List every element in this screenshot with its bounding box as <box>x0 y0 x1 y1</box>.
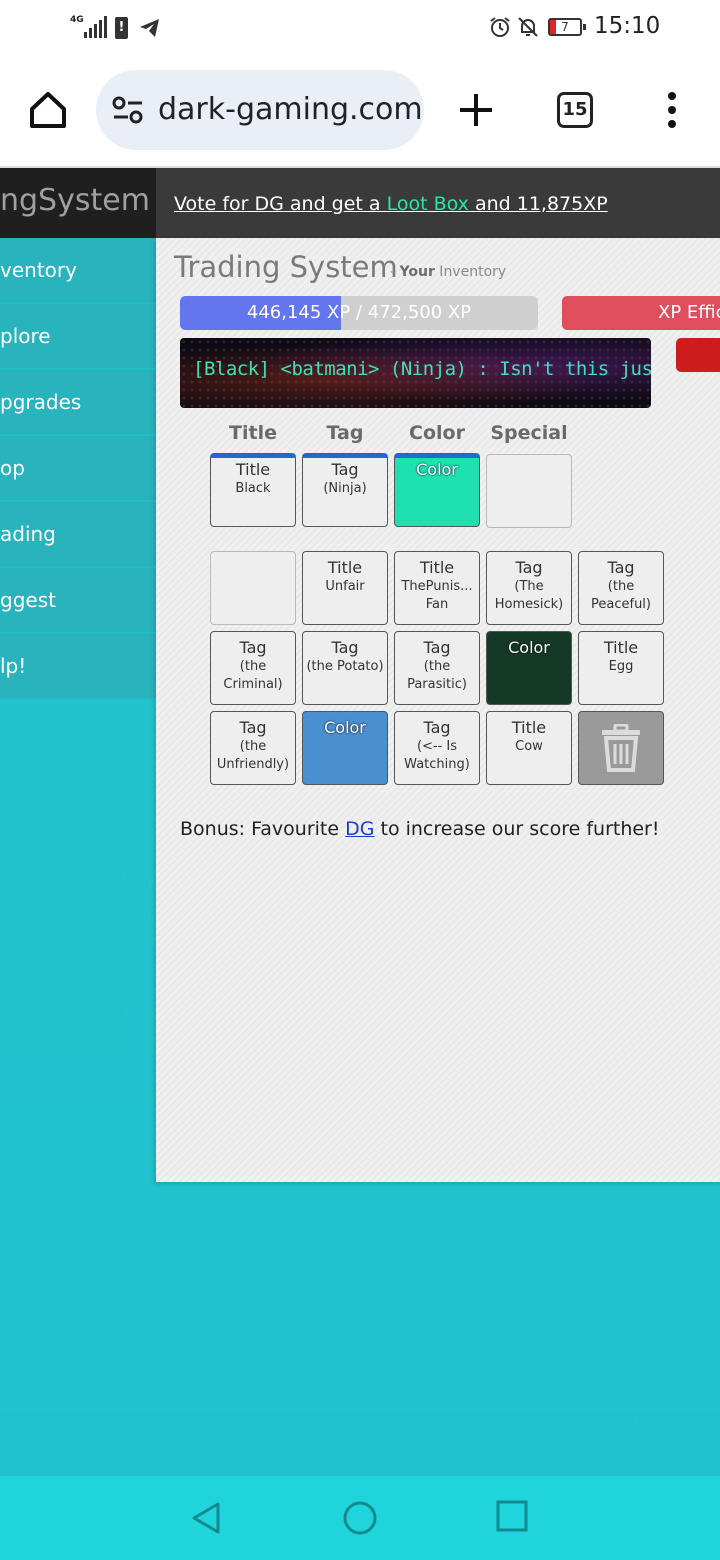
address-bar[interactable]: dark-gaming.com <box>96 70 424 150</box>
equipped-special-slot[interactable] <box>486 454 572 528</box>
system-nav-bar <box>0 1476 720 1560</box>
url-text[interactable]: dark-gaming.com <box>158 92 423 127</box>
inventory-slot[interactable]: Tag (The Homesick) <box>486 551 572 625</box>
inventory-slot[interactable]: Tag (the Potato) <box>302 631 388 705</box>
inventory-slot[interactable]: Title ThePunis... Fan <box>394 551 480 625</box>
tab-switcher-button[interactable]: 15 <box>557 92 593 128</box>
chat-preview: [Black] <batmani> (Ninja) : Isn't this j… <box>180 338 651 408</box>
page-viewport: ngSystem Vote for DG and get a Loot Box … <box>0 168 720 1476</box>
site-header: ngSystem Vote for DG and get a Loot Box … <box>0 168 720 238</box>
inventory-slot[interactable]: Tag (the Unfriendly) <box>210 711 296 785</box>
dg-favourite-link[interactable]: DG <box>345 818 374 840</box>
sidebar-item-trading[interactable]: ading <box>0 502 156 568</box>
page-title: Trading System <box>174 250 398 284</box>
battery-icon: 7 <box>548 18 586 36</box>
sidebar-item-inventory[interactable]: ventory <box>0 238 156 304</box>
inventory-slot[interactable]: Tag (the Peaceful) <box>578 551 664 625</box>
inventory-slot[interactable]: Title Egg <box>578 631 664 705</box>
loot-box-link[interactable]: Loot Box <box>387 193 469 215</box>
inventory-slot[interactable]: Tag (the Criminal) <box>210 631 296 705</box>
red-chip[interactable] <box>676 338 720 372</box>
inventory-slot[interactable]: Title Cow <box>486 711 572 785</box>
inventory-slot[interactable]: Tag (the Parasitic) <box>394 631 480 705</box>
back-icon[interactable] <box>188 1500 224 1536</box>
equipped-tag-slot[interactable]: Tag (Ninja) <box>302 453 388 527</box>
sidebar: ventory plore pgrades op ading ggest lp! <box>0 238 156 700</box>
header-tag: Tag <box>326 422 364 444</box>
header-title: Title <box>229 422 277 444</box>
vote-link[interactable]: Vote for DG and get a Loot Box and 11,87… <box>174 193 608 215</box>
sidebar-item-suggest[interactable]: ggest <box>0 568 156 634</box>
inventory-color-slot[interactable]: Color <box>302 711 388 785</box>
inventory-slot[interactable]: Title Unfair <box>302 551 388 625</box>
content-panel: Trading System - Your Inventory 446,145 … <box>156 238 720 1182</box>
home-circle-icon[interactable] <box>342 1500 378 1536</box>
new-tab-icon[interactable] <box>456 90 496 130</box>
header-color: Color <box>409 422 465 444</box>
alarm-icon <box>490 17 510 37</box>
chat-preview-text: [Black] <batmani> (Ninja) : Isn't this j… <box>193 358 651 380</box>
home-icon[interactable] <box>26 88 70 132</box>
equipped-title-slot[interactable]: Title Black <box>210 453 296 527</box>
xp-progress-text: 446,145 XP / 472,500 XP <box>246 302 472 323</box>
inventory-color-slot[interactable]: Color <box>486 631 572 705</box>
equipped-color-slot[interactable]: Color <box>394 453 480 527</box>
browser-toolbar: dark-gaming.com 15 <box>0 56 720 168</box>
status-bar: 4G ! 7 15:10 <box>0 0 720 56</box>
sidebar-item-upgrades[interactable]: pgrades <box>0 370 156 436</box>
xp-efficiency-button[interactable]: XP Effic <box>562 296 720 330</box>
sidebar-item-shop[interactable]: op <box>0 436 156 502</box>
status-time: 15:10 <box>594 13 661 39</box>
telegram-icon <box>140 19 159 37</box>
signal-icon: 4G <box>70 16 107 38</box>
recents-icon[interactable] <box>496 1500 528 1532</box>
inventory-slot[interactable]: Tag (<-- Is Watching) <box>394 711 480 785</box>
battery-level: 7 <box>561 20 569 34</box>
mute-icon <box>518 17 538 37</box>
sidebar-item-explore[interactable]: plore <box>0 304 156 370</box>
trash-slot[interactable] <box>578 711 664 785</box>
trash-icon <box>602 723 640 772</box>
site-settings-icon[interactable] <box>112 96 144 124</box>
alert-icon: ! <box>115 17 128 39</box>
sidebar-item-help[interactable]: lp! <box>0 634 156 700</box>
page-subtitle: - Your Inventory <box>390 264 507 280</box>
more-menu-icon[interactable] <box>664 90 680 130</box>
inventory-slot[interactable] <box>210 551 296 625</box>
site-logo[interactable]: ngSystem <box>0 168 156 238</box>
network-type: 4G <box>70 15 84 25</box>
header-special: Special <box>490 422 568 444</box>
xp-progress-bar: 446,145 XP / 472,500 XP <box>180 296 538 330</box>
bonus-text: Bonus: Favourite DG to increase our scor… <box>180 818 660 840</box>
